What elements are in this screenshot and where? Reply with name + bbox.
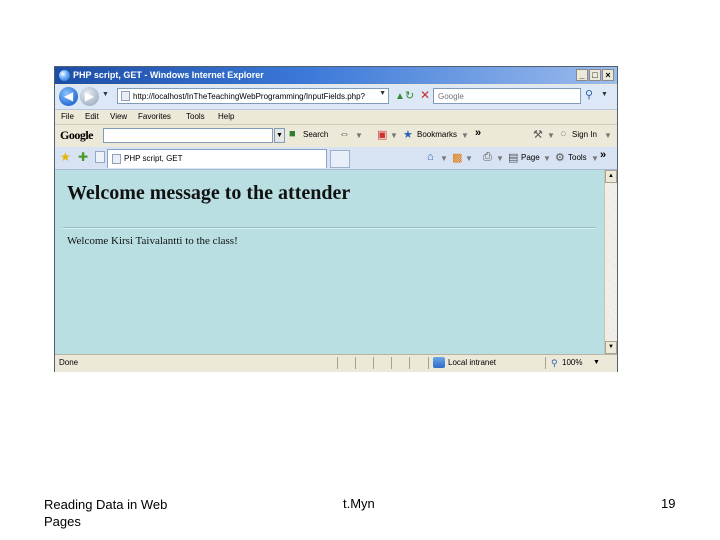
signin-dropdown-icon[interactable]: ▼ [604,131,612,140]
status-divider [373,357,374,369]
tab-page-icon [112,154,121,164]
toolbar-arrows-icon[interactable]: ⇔ [339,128,350,140]
tab-bar: ★ ✚ PHP script, GET » ⌂ ▼ ▩ ▼ ⎙ ▼ ▤ Page… [55,147,617,170]
page-content: Welcome message to the attender Welcome … [55,170,604,354]
menu-view[interactable]: View [110,110,127,123]
menu-edit[interactable]: Edit [85,110,99,123]
forward-button[interactable]: ▶ [80,87,99,106]
zoom-dropdown-icon[interactable]: ▼ [593,355,600,371]
status-divider [355,357,356,369]
menu-bar: File Edit View Favorites Tools Help [55,110,617,123]
feeds-icon[interactable]: ▩ [452,151,462,164]
address-bar[interactable]: ▼ [117,88,389,104]
menu-file[interactable]: File [61,110,74,123]
search-options-dropdown-icon[interactable]: ▼ [601,91,608,98]
footer-course-title: Reading Data in Web Pages [44,497,168,529]
welcome-message: Welcome Kirsi Taivalantti to the class! [67,235,238,247]
address-toolbar: ◀ ▶ ▼ ▼ ▲ ↻ ✕ ⚲ ▼ [55,85,617,110]
pagerank-icon[interactable]: ▣ [377,128,387,141]
zoom-icon[interactable]: ⚲ [551,355,558,371]
horizontal-rule [63,227,595,229]
title-bar: PHP script, GET - Windows Internet Explo… [55,67,617,84]
minimize-button[interactable]: _ [576,69,588,81]
signin-icon[interactable]: ○ [560,128,567,140]
favorites-star-icon[interactable]: ★ [60,150,71,164]
command-more-chevron[interactable]: » [600,149,606,161]
google-toolbar: Google ▼ ■ Search ⇔ ▼ ▣ ▼ ★ Bookmarks ▼ … [55,124,617,148]
settings-wrench-icon[interactable]: ⚒ [533,128,543,141]
status-divider [391,357,392,369]
feeds-dropdown-icon[interactable]: ▼ [465,154,473,163]
zoom-level[interactable]: 100% [562,355,582,371]
more-tools-chevron[interactable]: » [475,127,481,139]
close-button[interactable]: × [602,69,614,81]
page-menu-icon[interactable]: ▤ [508,151,518,164]
scroll-down-icon[interactable]: ▼ [605,341,617,354]
home-icon[interactable]: ⌂ [427,151,434,163]
print-dropdown-icon[interactable]: ▼ [496,154,504,163]
status-divider [409,357,410,369]
pagerank-dropdown-icon[interactable]: ▼ [390,131,398,140]
tab-php-script-get[interactable]: PHP script, GET [107,149,327,168]
bookmarks-star-icon[interactable]: ★ [403,128,413,141]
address-dropdown-icon[interactable]: ▼ [379,90,386,97]
security-zone-text: Local intranet [448,358,497,367]
status-divider [545,357,546,369]
home-dropdown-icon[interactable]: ▼ [440,154,448,163]
local-intranet-icon [433,357,445,368]
browser-window: PHP script, GET - Windows Internet Explo… [54,66,618,372]
bookmarks-button[interactable]: Bookmarks [417,130,457,139]
menu-tools[interactable]: Tools [186,110,205,123]
stop-icon[interactable]: ✕ [420,88,430,102]
footer-page-number: 19 [661,496,676,511]
maximize-button[interactable]: □ [589,69,601,81]
status-divider [337,357,338,369]
bookmarks-dropdown-icon[interactable]: ▼ [461,131,469,140]
search-box[interactable] [433,88,581,104]
history-dropdown-icon[interactable]: ▼ [102,91,109,98]
status-divider [428,357,429,369]
toolbar-dropdown-icon[interactable]: ▼ [355,131,363,140]
menu-help[interactable]: Help [218,110,234,123]
tools-menu-button[interactable]: Tools [568,153,587,162]
new-tab-button[interactable] [330,150,350,168]
quick-tabs-icon[interactable] [95,151,105,163]
page-icon [121,91,130,101]
google-logo: Google [60,128,94,142]
tools-gear-icon[interactable]: ⚙ [555,151,565,164]
add-to-favorites-icon[interactable]: ✚ [78,150,88,164]
back-button[interactable]: ◀ [59,87,78,106]
window-title: PHP script, GET - Windows Internet Explo… [73,70,264,80]
google-search-input[interactable] [103,128,273,143]
signin-button[interactable]: Sign In [572,130,597,139]
page-dropdown-icon[interactable]: ▼ [543,154,551,163]
vertical-scrollbar[interactable]: ▲ ▼ [604,170,617,354]
google-search-dropdown-icon[interactable]: ▼ [274,128,285,143]
refresh-icon[interactable]: ↻ [405,89,414,102]
scroll-up-icon[interactable]: ▲ [605,170,617,183]
page-menu-button[interactable]: Page [521,153,540,162]
footer-author: t.Myn [343,496,375,511]
menu-favorites[interactable]: Favorites [138,110,171,123]
status-text: Done [59,358,79,367]
status-bar: Done Local intranet ⚲ 100% ▼ [55,354,617,372]
print-icon[interactable]: ⎙ [483,151,492,164]
settings-dropdown-icon[interactable]: ▼ [547,131,555,140]
compatibility-icon[interactable]: ▲ [395,91,405,102]
address-input[interactable] [133,89,365,103]
google-search-icon[interactable]: ■ [289,128,296,140]
search-input[interactable] [438,89,578,103]
page-heading: Welcome message to the attender [67,182,351,204]
google-search-button[interactable]: Search [303,130,328,139]
tab-title: PHP script, GET [124,154,183,163]
search-icon[interactable]: ⚲ [585,88,593,101]
tools-dropdown-icon[interactable]: ▼ [591,154,599,163]
ie-logo-icon [59,70,70,81]
